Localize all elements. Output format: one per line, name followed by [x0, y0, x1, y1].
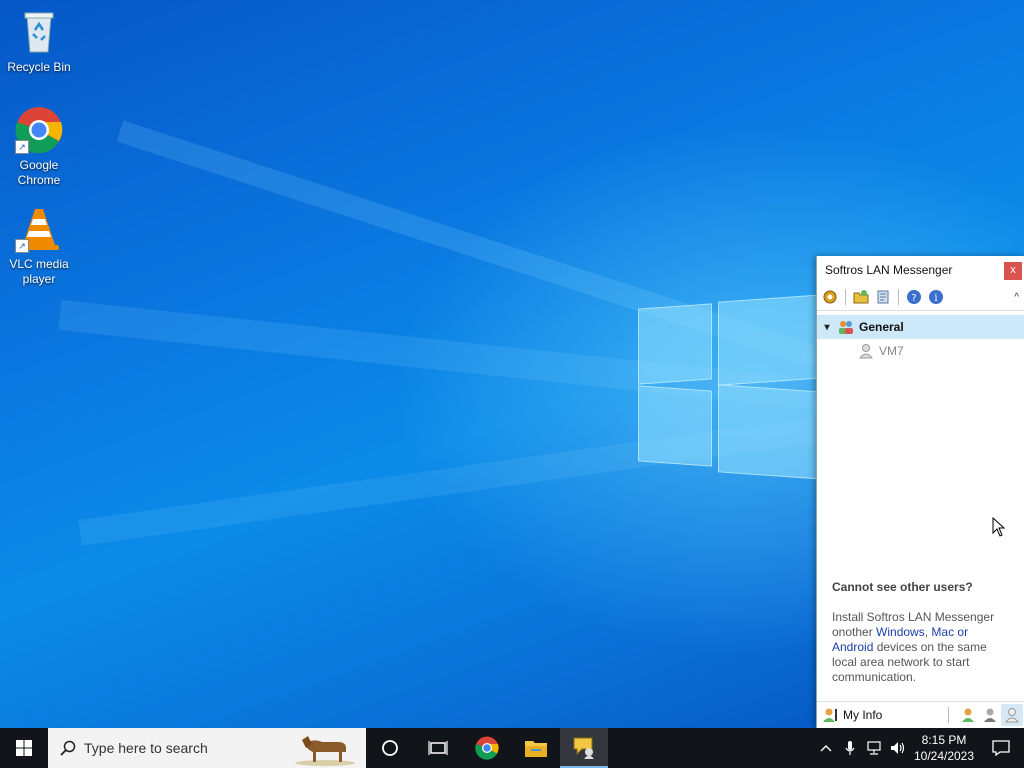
status-offline-icon[interactable]: [1001, 704, 1023, 726]
desktop-icon-label: Recycle Bin: [7, 60, 71, 74]
cortana-button[interactable]: [366, 728, 414, 768]
chevron-up-icon: [820, 745, 832, 752]
svg-text:i: i: [934, 293, 937, 304]
volume-tray-icon[interactable]: [886, 728, 910, 768]
footer-separator: [948, 707, 949, 723]
taskbar-softros-button[interactable]: [560, 728, 608, 768]
windows-start-icon: [16, 740, 32, 756]
mac-link[interactable]: Mac: [931, 625, 954, 639]
file-explorer-icon: [525, 741, 547, 757]
mouse-cursor-icon: [992, 516, 1006, 542]
status-away-icon[interactable]: [979, 707, 1001, 723]
task-view-icon: [428, 741, 448, 755]
vlc-icon: ↗: [15, 205, 63, 253]
desktop-icon-google-chrome[interactable]: ↗ Google Chrome: [1, 106, 77, 188]
search-icon: [60, 740, 76, 756]
help-icon[interactable]: ?: [905, 288, 923, 306]
close-button[interactable]: x: [1004, 262, 1022, 280]
collapse-toolbar-icon[interactable]: ^: [1014, 292, 1019, 303]
shortcut-arrow-icon: ↗: [15, 140, 29, 154]
notification-icon: [992, 740, 1010, 756]
search-placeholder: Type here to search: [84, 740, 208, 756]
softros-messenger-icon: [573, 737, 594, 759]
messenger-toolbar: ? i ^: [817, 284, 1024, 311]
softros-messenger-window: Softros LAN Messenger x ? i ^ ▾ General: [816, 256, 1024, 728]
start-button[interactable]: [0, 728, 48, 768]
help-text-sep: or: [954, 625, 969, 639]
chevron-down-icon[interactable]: ▾: [817, 322, 837, 333]
window-title-bar[interactable]: Softros LAN Messenger x: [817, 256, 1024, 284]
action-center-button[interactable]: [978, 728, 1024, 768]
group-name: General: [859, 320, 904, 334]
group-users-icon: [837, 319, 859, 335]
clock-time: 8:15 PM: [921, 733, 967, 747]
help-heading: Cannot see other users?: [832, 580, 973, 594]
taskbar-file-explorer-button[interactable]: [512, 728, 560, 768]
svg-text:?: ?: [911, 293, 916, 304]
task-view-button[interactable]: [414, 728, 462, 768]
recycle-bin-icon: [15, 8, 63, 56]
my-info-button[interactable]: My Info: [817, 707, 882, 723]
desktop-icon-label: Google Chrome: [17, 158, 61, 187]
windows-logo-graphic: [630, 290, 830, 490]
toolbar-separator: [845, 289, 846, 305]
shortcut-arrow-icon: ↗: [15, 239, 29, 253]
network-tray-icon[interactable]: [862, 728, 886, 768]
search-highlight-horse-icon: [292, 730, 358, 766]
chrome-icon: ↗: [15, 106, 63, 154]
taskbar-search-box[interactable]: Type here to search: [48, 728, 366, 768]
android-link[interactable]: Android: [832, 640, 873, 654]
help-text: Install Softros LAN Messenger onother Wi…: [832, 610, 1012, 685]
system-tray: 8:15 PM 10/24/2023: [814, 728, 1024, 768]
my-info-label: My Info: [843, 708, 883, 722]
desktop-icon-recycle-bin[interactable]: Recycle Bin: [1, 8, 77, 75]
windows-link[interactable]: Windows: [876, 625, 925, 639]
messenger-footer: My Info: [817, 701, 1024, 728]
info-icon[interactable]: i: [927, 288, 945, 306]
show-hidden-icons-button[interactable]: [814, 728, 838, 768]
desktop-icon-vlc[interactable]: ↗ VLC media player: [1, 205, 77, 287]
user-name: VM7: [879, 344, 904, 358]
chrome-icon: [475, 736, 499, 760]
settings-gear-icon[interactable]: [821, 288, 839, 306]
cortana-circle-icon: [382, 740, 398, 756]
clock-date: 10/24/2023: [913, 749, 975, 763]
taskbar-clock[interactable]: 8:15 PM 10/24/2023: [910, 732, 978, 764]
window-title: Softros LAN Messenger: [825, 263, 953, 277]
taskbar-chrome-button[interactable]: [462, 728, 512, 768]
microphone-tray-icon[interactable]: [838, 728, 862, 768]
offline-user-icon: [859, 343, 879, 359]
toolbar-separator: [898, 289, 899, 305]
desktop-icon-label: VLC media player: [9, 257, 69, 286]
taskbar: Type here to search 8:15 PM 10/24/2023: [0, 728, 1024, 768]
my-info-icon: [823, 707, 839, 723]
open-folder-icon[interactable]: [852, 288, 870, 306]
message-history-icon[interactable]: [874, 288, 892, 306]
user-row[interactable]: VM7: [817, 339, 1024, 363]
group-row-general[interactable]: ▾ General: [817, 315, 1024, 339]
status-online-icon[interactable]: [957, 707, 979, 723]
